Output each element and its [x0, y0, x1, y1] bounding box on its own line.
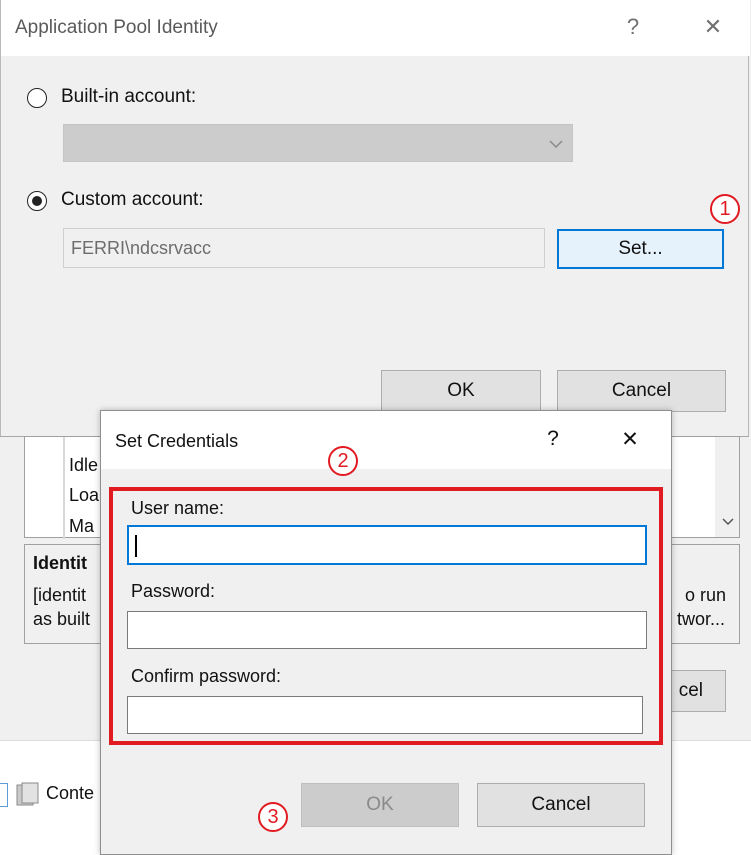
app-dialog-titlebar: Application Pool Identity ? ✕ — [1, 0, 750, 56]
close-icon[interactable]: ✕ — [615, 427, 645, 452]
custom-account-radio[interactable] — [27, 191, 47, 211]
list-item: Ma — [69, 516, 95, 536]
builtin-account-radio[interactable] — [27, 88, 47, 108]
app-cancel-button[interactable]: Cancel — [557, 370, 726, 412]
set-credentials-dialog: Set Credentials ? ✕ User name: Password:… — [100, 410, 672, 855]
cred-ok-button[interactable]: OK — [301, 783, 459, 827]
set-button[interactable]: Set... — [557, 229, 724, 269]
toolbar-item-edge — [0, 783, 8, 807]
list-scrollbar[interactable] — [715, 437, 739, 537]
step-marker-3: 3 — [258, 802, 288, 832]
list-divider — [63, 437, 65, 539]
app-dialog-title: Application Pool Identity — [15, 17, 218, 38]
cred-dialog-title: Set Credentials — [115, 431, 239, 451]
text-caret — [135, 535, 137, 557]
help-icon[interactable]: ? — [618, 14, 648, 40]
builtin-account-select[interactable] — [63, 124, 573, 162]
close-icon[interactable]: ✕ — [698, 14, 728, 40]
list-item: Loa — [69, 485, 100, 505]
custom-account-field: FERRI\ndcsrvacc — [63, 228, 545, 268]
description-heading: Identit — [33, 553, 87, 573]
chevron-down-icon — [549, 140, 563, 149]
cred-dialog-titlebar: Set Credentials ? ✕ — [101, 411, 671, 469]
builtin-account-label: Built-in account: — [61, 86, 197, 107]
description-line: as built — [33, 609, 91, 629]
username-input[interactable] — [127, 525, 647, 565]
scroll-down-icon[interactable] — [721, 517, 735, 527]
step-marker-1: 1 — [710, 194, 740, 224]
app-ok-button[interactable]: OK — [381, 370, 541, 412]
description-line: o run — [685, 585, 727, 605]
confirm-password-input[interactable] — [127, 696, 643, 734]
confirm-password-label: Confirm password: — [131, 666, 282, 686]
custom-account-label: Custom account: — [61, 189, 204, 210]
username-label: User name: — [131, 498, 225, 518]
description-line: twor... — [677, 609, 726, 629]
password-label: Password: — [131, 581, 216, 601]
list-item: Idle — [69, 455, 99, 475]
step-marker-2: 2 — [328, 446, 358, 476]
description-line: [identit — [33, 585, 87, 605]
content-view-tab[interactable]: Conte — [46, 783, 102, 804]
help-icon[interactable]: ? — [541, 427, 565, 451]
radio-selected-dot — [31, 195, 42, 206]
cred-cancel-button[interactable]: Cancel — [477, 783, 645, 827]
password-input[interactable] — [127, 611, 647, 649]
content-view-icon — [16, 782, 39, 806]
